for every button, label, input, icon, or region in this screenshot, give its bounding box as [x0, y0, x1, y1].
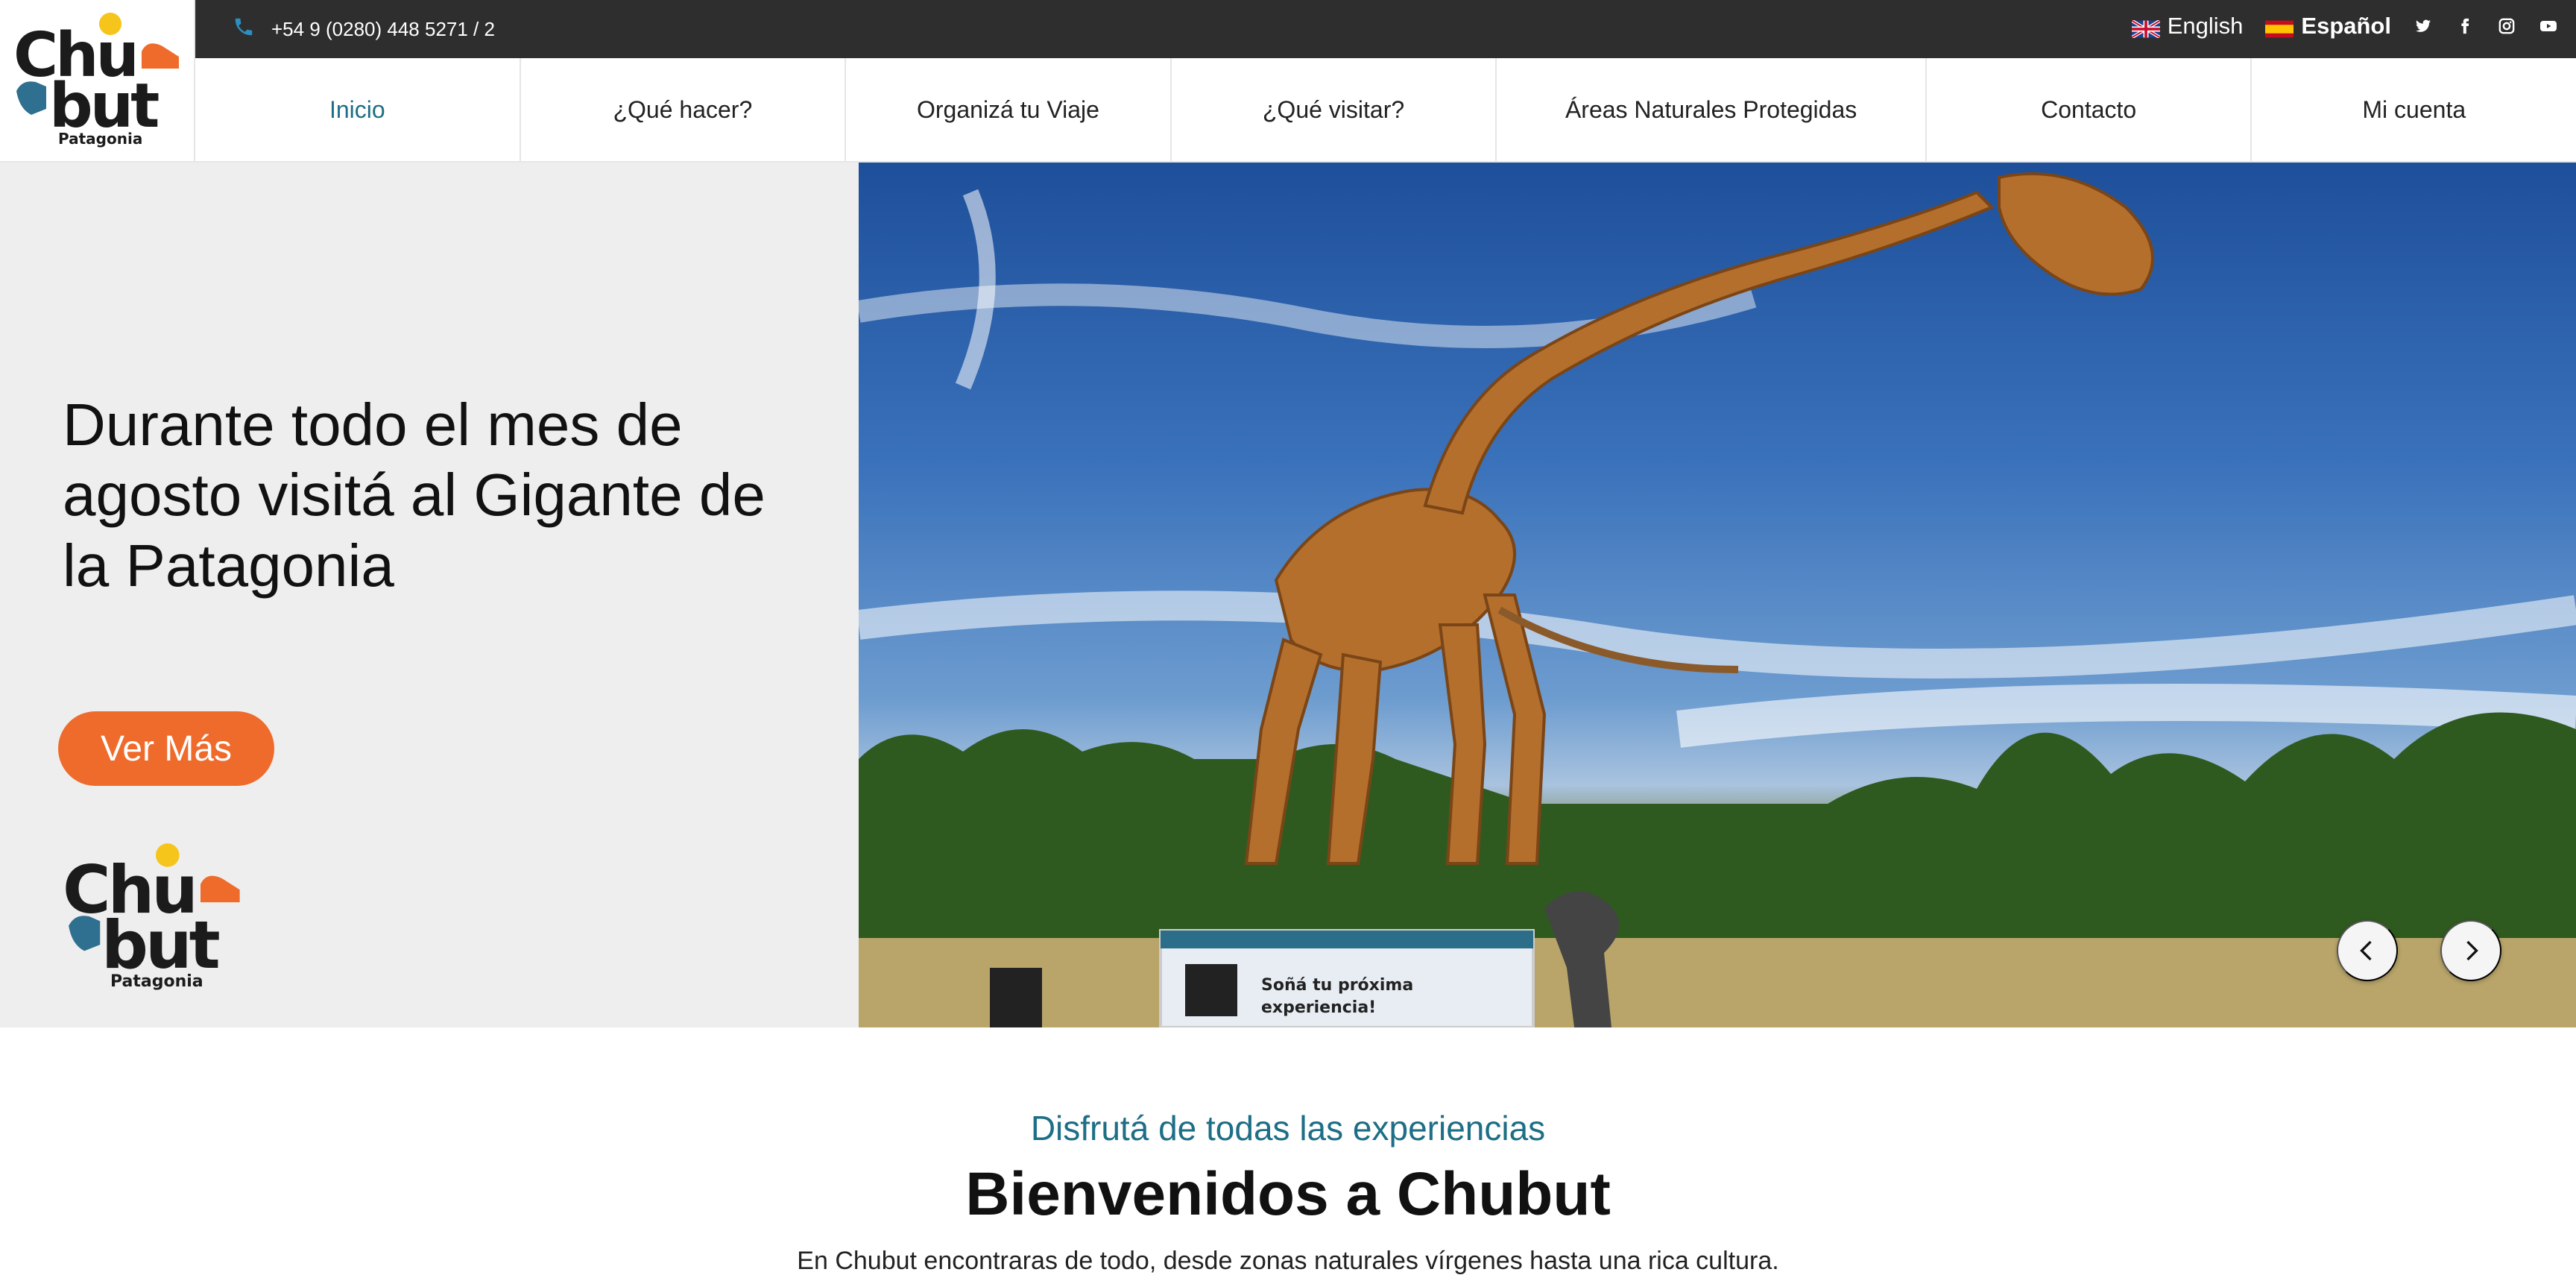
nav-item-inicio[interactable]: Inicio [195, 58, 521, 161]
uk-flag-icon [2130, 17, 2161, 40]
phone-icon [233, 16, 255, 43]
top-bar: +54 9 (0280) 448 5271 / 2 English Españo… [195, 0, 2576, 58]
chubut-logo: Chu but Patagonia [13, 10, 185, 152]
logo-tagline: Patagonia [58, 130, 143, 148]
language-spanish[interactable]: Español [2265, 13, 2391, 40]
hero-text-panel: Durante todo el mes de agosto visitá al … [0, 163, 859, 1027]
welcome-heading: Bienvenidos a Chubut [965, 1160, 1611, 1228]
nav-item-mi-cuenta[interactable]: Mi cuenta [2252, 58, 2576, 161]
nav-item-organiza-tu-viaje[interactable]: Organizá tu Viaje [846, 58, 1172, 161]
nav-item-contacto[interactable]: Contacto [1927, 58, 2253, 161]
hero-title: Durante todo el mes de agosto visitá al … [63, 391, 765, 599]
instagram-icon[interactable] [2497, 16, 2516, 36]
svg-text:Soñá tu próxima: Soñá tu próxima [1261, 976, 1413, 995]
welcome-kicker: Disfrutá de todas las experiencias [1030, 1109, 1546, 1148]
facebook-icon[interactable] [2455, 16, 2475, 36]
language-english[interactable]: English [2130, 13, 2244, 40]
slider-prev-button[interactable] [2337, 920, 2398, 981]
nav-item-que-hacer[interactable]: ¿Qué hacer? [521, 58, 847, 161]
language-spanish-label: Español [2301, 13, 2391, 39]
nav-item-areas-naturales[interactable]: Áreas Naturales Protegidas [1497, 58, 1927, 161]
chevron-right-icon [2466, 940, 2478, 961]
chevron-left-icon [2360, 940, 2372, 961]
language-and-social: English Español [2130, 0, 2576, 52]
spain-flag-icon [2265, 17, 2294, 38]
main-nav: Inicio ¿Qué hacer? Organizá tu Viaje ¿Qu… [195, 58, 2576, 163]
phone-number: +54 9 (0280) 448 5271 / 2 [271, 17, 495, 40]
youtube-icon[interactable] [2539, 16, 2558, 36]
site-logo-link[interactable]: Chu but Patagonia [0, 0, 195, 163]
hero-logo-text-line2: but [101, 907, 221, 983]
hero-slider: Soñá tu próxima experiencia! [859, 163, 2576, 1027]
dinosaur-skeleton-photo: Soñá tu próxima experiencia! [859, 172, 2576, 1027]
phone-contact[interactable]: +54 9 (0280) 448 5271 / 2 [233, 0, 495, 58]
twitter-icon[interactable] [2414, 16, 2433, 36]
language-english-label: English [2167, 13, 2244, 39]
svg-text:experiencia!: experiencia! [1261, 998, 1376, 1017]
ver-mas-button[interactable]: Ver Más [58, 711, 274, 786]
hero-chubut-logo: Chu but Patagonia [63, 841, 249, 991]
nav-item-que-visitar[interactable]: ¿Qué visitar? [1172, 58, 1497, 161]
hero-logo-tagline: Patagonia [110, 972, 203, 991]
welcome-lead: En Chubut encontraras de todo, desde zon… [797, 1247, 1779, 1275]
social-links [2414, 16, 2558, 36]
logo-text-line2: but [49, 71, 160, 142]
slider-next-button[interactable] [2440, 920, 2501, 981]
